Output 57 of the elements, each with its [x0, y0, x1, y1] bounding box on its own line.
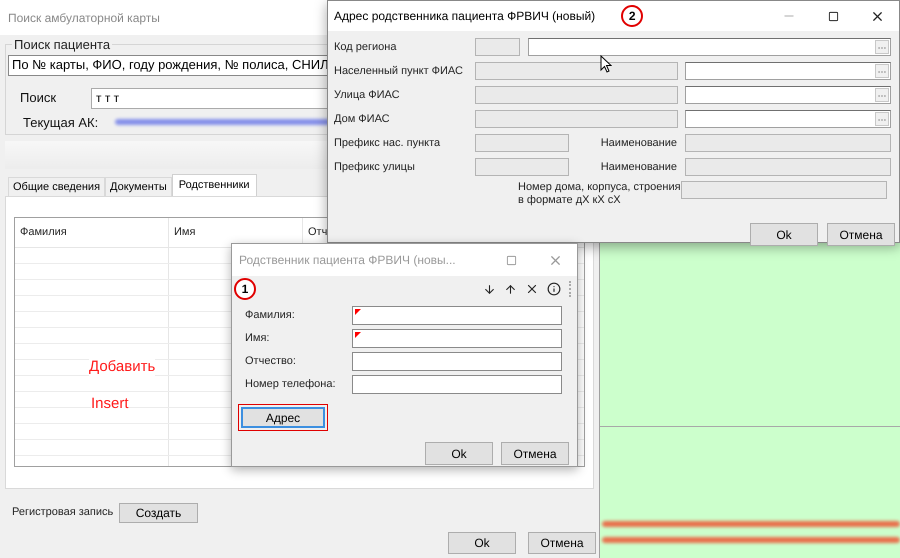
column-header: Имя [173, 225, 196, 240]
field-label: Номер телефона: [244, 377, 337, 392]
field-label: Наименование [600, 160, 677, 175]
lookup-field[interactable] [685, 110, 891, 128]
group-title: Поиск пациента [13, 36, 112, 54]
info-icon[interactable] [547, 282, 561, 296]
window-title: Поиск амбулаторной карты [8, 10, 160, 26]
lookup-field[interactable] [685, 62, 891, 80]
column-header: Фамилия [19, 225, 67, 240]
field-label: Код региона [334, 40, 398, 54]
text-field[interactable] [352, 375, 562, 394]
cancel-button[interactable]: Отмена [501, 442, 569, 465]
text-field[interactable] [352, 306, 562, 325]
ellipsis-icon[interactable] [875, 88, 889, 102]
cursor-icon [600, 55, 612, 73]
disabled-field [475, 38, 520, 56]
step-badge: 1 [234, 278, 256, 300]
ok-button[interactable]: Ok [425, 442, 493, 465]
close-icon[interactable] [525, 282, 539, 296]
required-marker-icon [355, 309, 361, 315]
field-label: Имя: [244, 331, 270, 346]
ok-button[interactable]: Ok [750, 223, 818, 246]
tab[interactable]: Родственники [172, 174, 257, 196]
lookup-field[interactable] [528, 38, 891, 56]
cancel-button[interactable]: Отмена [827, 223, 895, 246]
field-label: Фамилия: [244, 308, 296, 324]
field-label: Населенный пункт ФИАС [334, 64, 464, 78]
field-label: Дом ФИАС [334, 112, 391, 126]
arrow-up-icon[interactable] [504, 282, 517, 296]
ellipsis-icon[interactable] [875, 64, 889, 78]
ellipsis-icon[interactable] [875, 40, 889, 54]
cancel-button[interactable]: Отмена [528, 532, 596, 554]
register-label: Регистровая запись [12, 505, 114, 520]
lookup-field[interactable] [685, 86, 891, 104]
dialog-title: Родственник пациента ФРВИЧ (новы... [239, 252, 456, 269]
text-field[interactable] [352, 329, 562, 348]
step-badge: 2 [621, 5, 644, 27]
search-label: Поиск [19, 89, 58, 108]
field-label: Номер дома, корпуса, строения в формате дХ кХ сХ [518, 181, 681, 207]
tab[interactable]: Документы [105, 177, 172, 196]
text-field[interactable] [352, 352, 562, 371]
field-label: Префикс улицы [334, 160, 416, 174]
create-button[interactable]: Создать [119, 502, 198, 522]
field-label: Улица ФИАС [334, 88, 401, 102]
field-label: Наименование [600, 136, 677, 151]
address-button[interactable]: Адрес [241, 407, 325, 428]
current-card-label: Текущая АК: [22, 114, 100, 132]
required-marker-icon [355, 332, 361, 338]
ok-button[interactable]: Ok [448, 532, 516, 554]
arrow-down-icon[interactable] [483, 282, 496, 296]
column-header: Отч [307, 225, 328, 240]
field-label: Отчество: [244, 354, 297, 370]
hint-text: Добавить [89, 356, 156, 378]
dialog-title: Адрес родственника пациента ФРВИЧ (новый) [334, 8, 596, 25]
field-label: Префикс нас. пункта [334, 136, 442, 150]
tab[interactable]: Общие сведения [8, 177, 106, 196]
ellipsis-icon[interactable] [875, 112, 889, 126]
